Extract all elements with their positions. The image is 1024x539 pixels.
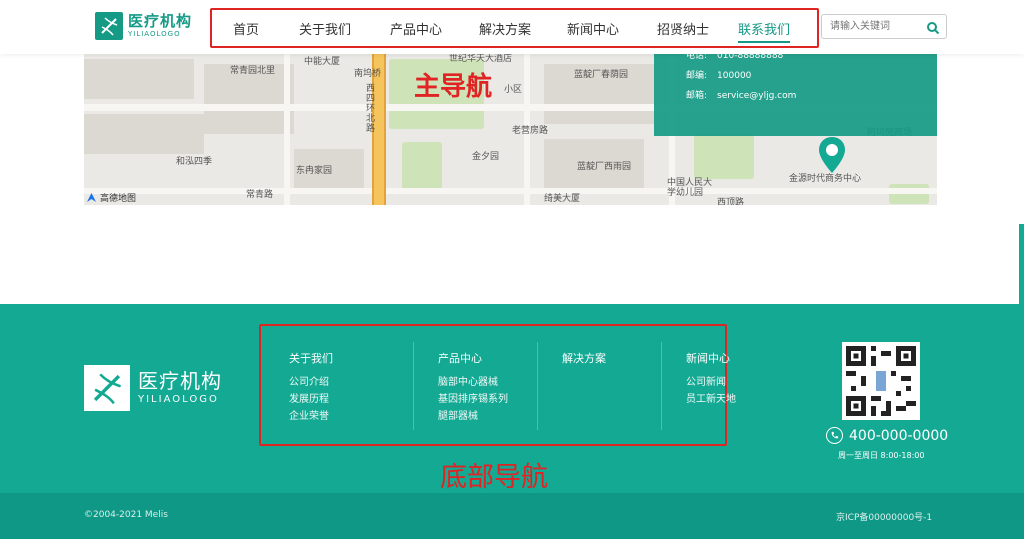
icp-license[interactable]: 京ICP备00000000号-1 <box>836 510 932 523</box>
footer-col-title[interactable]: 解决方案 <box>562 350 661 366</box>
main-nav-annotation: 主导航 <box>414 72 493 102</box>
amap-logo-icon <box>87 193 96 202</box>
map-label: 和泓四季 <box>176 157 213 167</box>
footer-col-solutions: 解决方案 <box>537 342 661 430</box>
map-label: 世纪华天大酒店 <box>449 54 513 64</box>
footer-nav: 关于我们 公司介绍 发展历程 企业荣誉 产品中心 脑部中心器械 基因排序锡系列 … <box>289 342 785 430</box>
footer-col-title[interactable]: 产品中心 <box>438 350 537 366</box>
phone-row: 电话: 010-88888888 <box>686 54 784 61</box>
logo-subtitle: YILIAOLOGO <box>128 30 181 38</box>
logo-title: 医疗机构 <box>128 12 193 30</box>
footer-col-title[interactable]: 关于我们 <box>289 350 413 366</box>
map-label: 金夕园 <box>472 152 500 162</box>
map-label: 常青路 <box>246 190 274 200</box>
map-label: 东冉家园 <box>296 166 333 176</box>
map-label: 小区 <box>504 85 523 95</box>
footer-col-about: 关于我们 公司介绍 发展历程 企业荣誉 <box>289 342 413 430</box>
qr-code-icon <box>846 346 916 416</box>
email-row: 邮箱: service@yljg.com <box>686 91 797 101</box>
footer-link[interactable]: 公司介绍 <box>289 374 413 391</box>
footer-col-news: 新闻中心 公司新闻 员工新天地 <box>661 342 785 430</box>
search-icon[interactable] <box>926 20 940 35</box>
map-label: 中国人民大学幼儿园 <box>667 178 713 198</box>
map-label: 绮美大厦 <box>544 194 581 204</box>
footer-logo[interactable]: 医疗机构 YILIAOLOGO <box>84 365 222 411</box>
nav-item-careers[interactable]: 招贤纳士 <box>628 8 738 48</box>
location-map[interactable]: 常青园北里 中能大厦 南坞桥 西四环北路 世纪华天大酒店 蓝靛厂春荫园 小区 老… <box>84 54 937 205</box>
main-nav: 首页 关于我们 产品中心 解决方案 新闻中心 招贤纳士 联系我们 <box>222 8 790 48</box>
dna-logo-icon <box>95 12 123 40</box>
contact-info-panel: 电话: 010-88888888 邮编: 100000 邮箱: service@… <box>654 54 937 136</box>
footer-nav-annotation: 底部导航 <box>440 462 548 493</box>
footer-logo-subtitle: YILIAOLOGO <box>138 394 219 405</box>
map-label: 常青园北里 <box>230 66 276 76</box>
amap-logo: 高德地图 <box>86 191 136 204</box>
scrollbar-edge[interactable] <box>1019 224 1024 304</box>
map-label: 老营房路 <box>512 126 549 136</box>
map-label: 蓝靛厂春荫园 <box>574 70 629 80</box>
nav-item-solutions[interactable]: 解决方案 <box>452 8 558 48</box>
phone-number[interactable]: 400-000-0000 <box>826 427 948 444</box>
map-label: 中能大厦 <box>304 57 341 67</box>
footer-link[interactable]: 发展历程 <box>289 391 413 408</box>
postcode-row: 邮编: 100000 <box>686 71 752 81</box>
footer-col-products: 产品中心 脑部中心器械 基因排序锡系列 腿部器械 <box>413 342 537 430</box>
map-label: 蓝靛厂西雨园 <box>577 162 632 172</box>
nav-item-news[interactable]: 新闻中心 <box>558 8 628 48</box>
nav-item-products[interactable]: 产品中心 <box>380 8 452 48</box>
map-label: 南坞桥 <box>354 69 382 79</box>
dna-logo-icon <box>84 365 130 411</box>
site-logo[interactable]: 医疗机构 YILIAOLOGO <box>95 12 192 40</box>
footer-link[interactable]: 员工新天地 <box>686 391 785 408</box>
footer-link[interactable]: 企业荣誉 <box>289 408 413 425</box>
copyright-text: ©2004-2021 Melis <box>84 510 168 520</box>
footer-link[interactable]: 腿部器械 <box>438 408 537 425</box>
nav-item-home[interactable]: 首页 <box>222 8 270 48</box>
search-input[interactable] <box>830 18 926 35</box>
footer-col-title[interactable]: 新闻中心 <box>686 350 785 366</box>
map-label: 西顶路 <box>717 198 745 205</box>
footer-link[interactable]: 公司新闻 <box>686 374 785 391</box>
footer-logo-title: 医疗机构 <box>138 369 222 393</box>
nav-item-contact[interactable]: 联系我们 <box>738 8 790 48</box>
map-label: 西四环北路 <box>366 84 376 134</box>
site-header: 医疗机构 YILIAOLOGO 首页 关于我们 产品中心 解决方案 新闻中心 招… <box>0 0 1024 54</box>
map-pin-icon[interactable] <box>817 136 847 174</box>
footer-link[interactable]: 基因排序锡系列 <box>438 391 537 408</box>
business-hours: 周一至周日 8:00-18:00 <box>838 451 925 460</box>
search-box <box>821 14 947 39</box>
phone-icon <box>826 427 843 444</box>
footer-link[interactable]: 脑部中心器械 <box>438 374 537 391</box>
nav-item-about[interactable]: 关于我们 <box>270 8 380 48</box>
qr-code <box>842 342 920 420</box>
